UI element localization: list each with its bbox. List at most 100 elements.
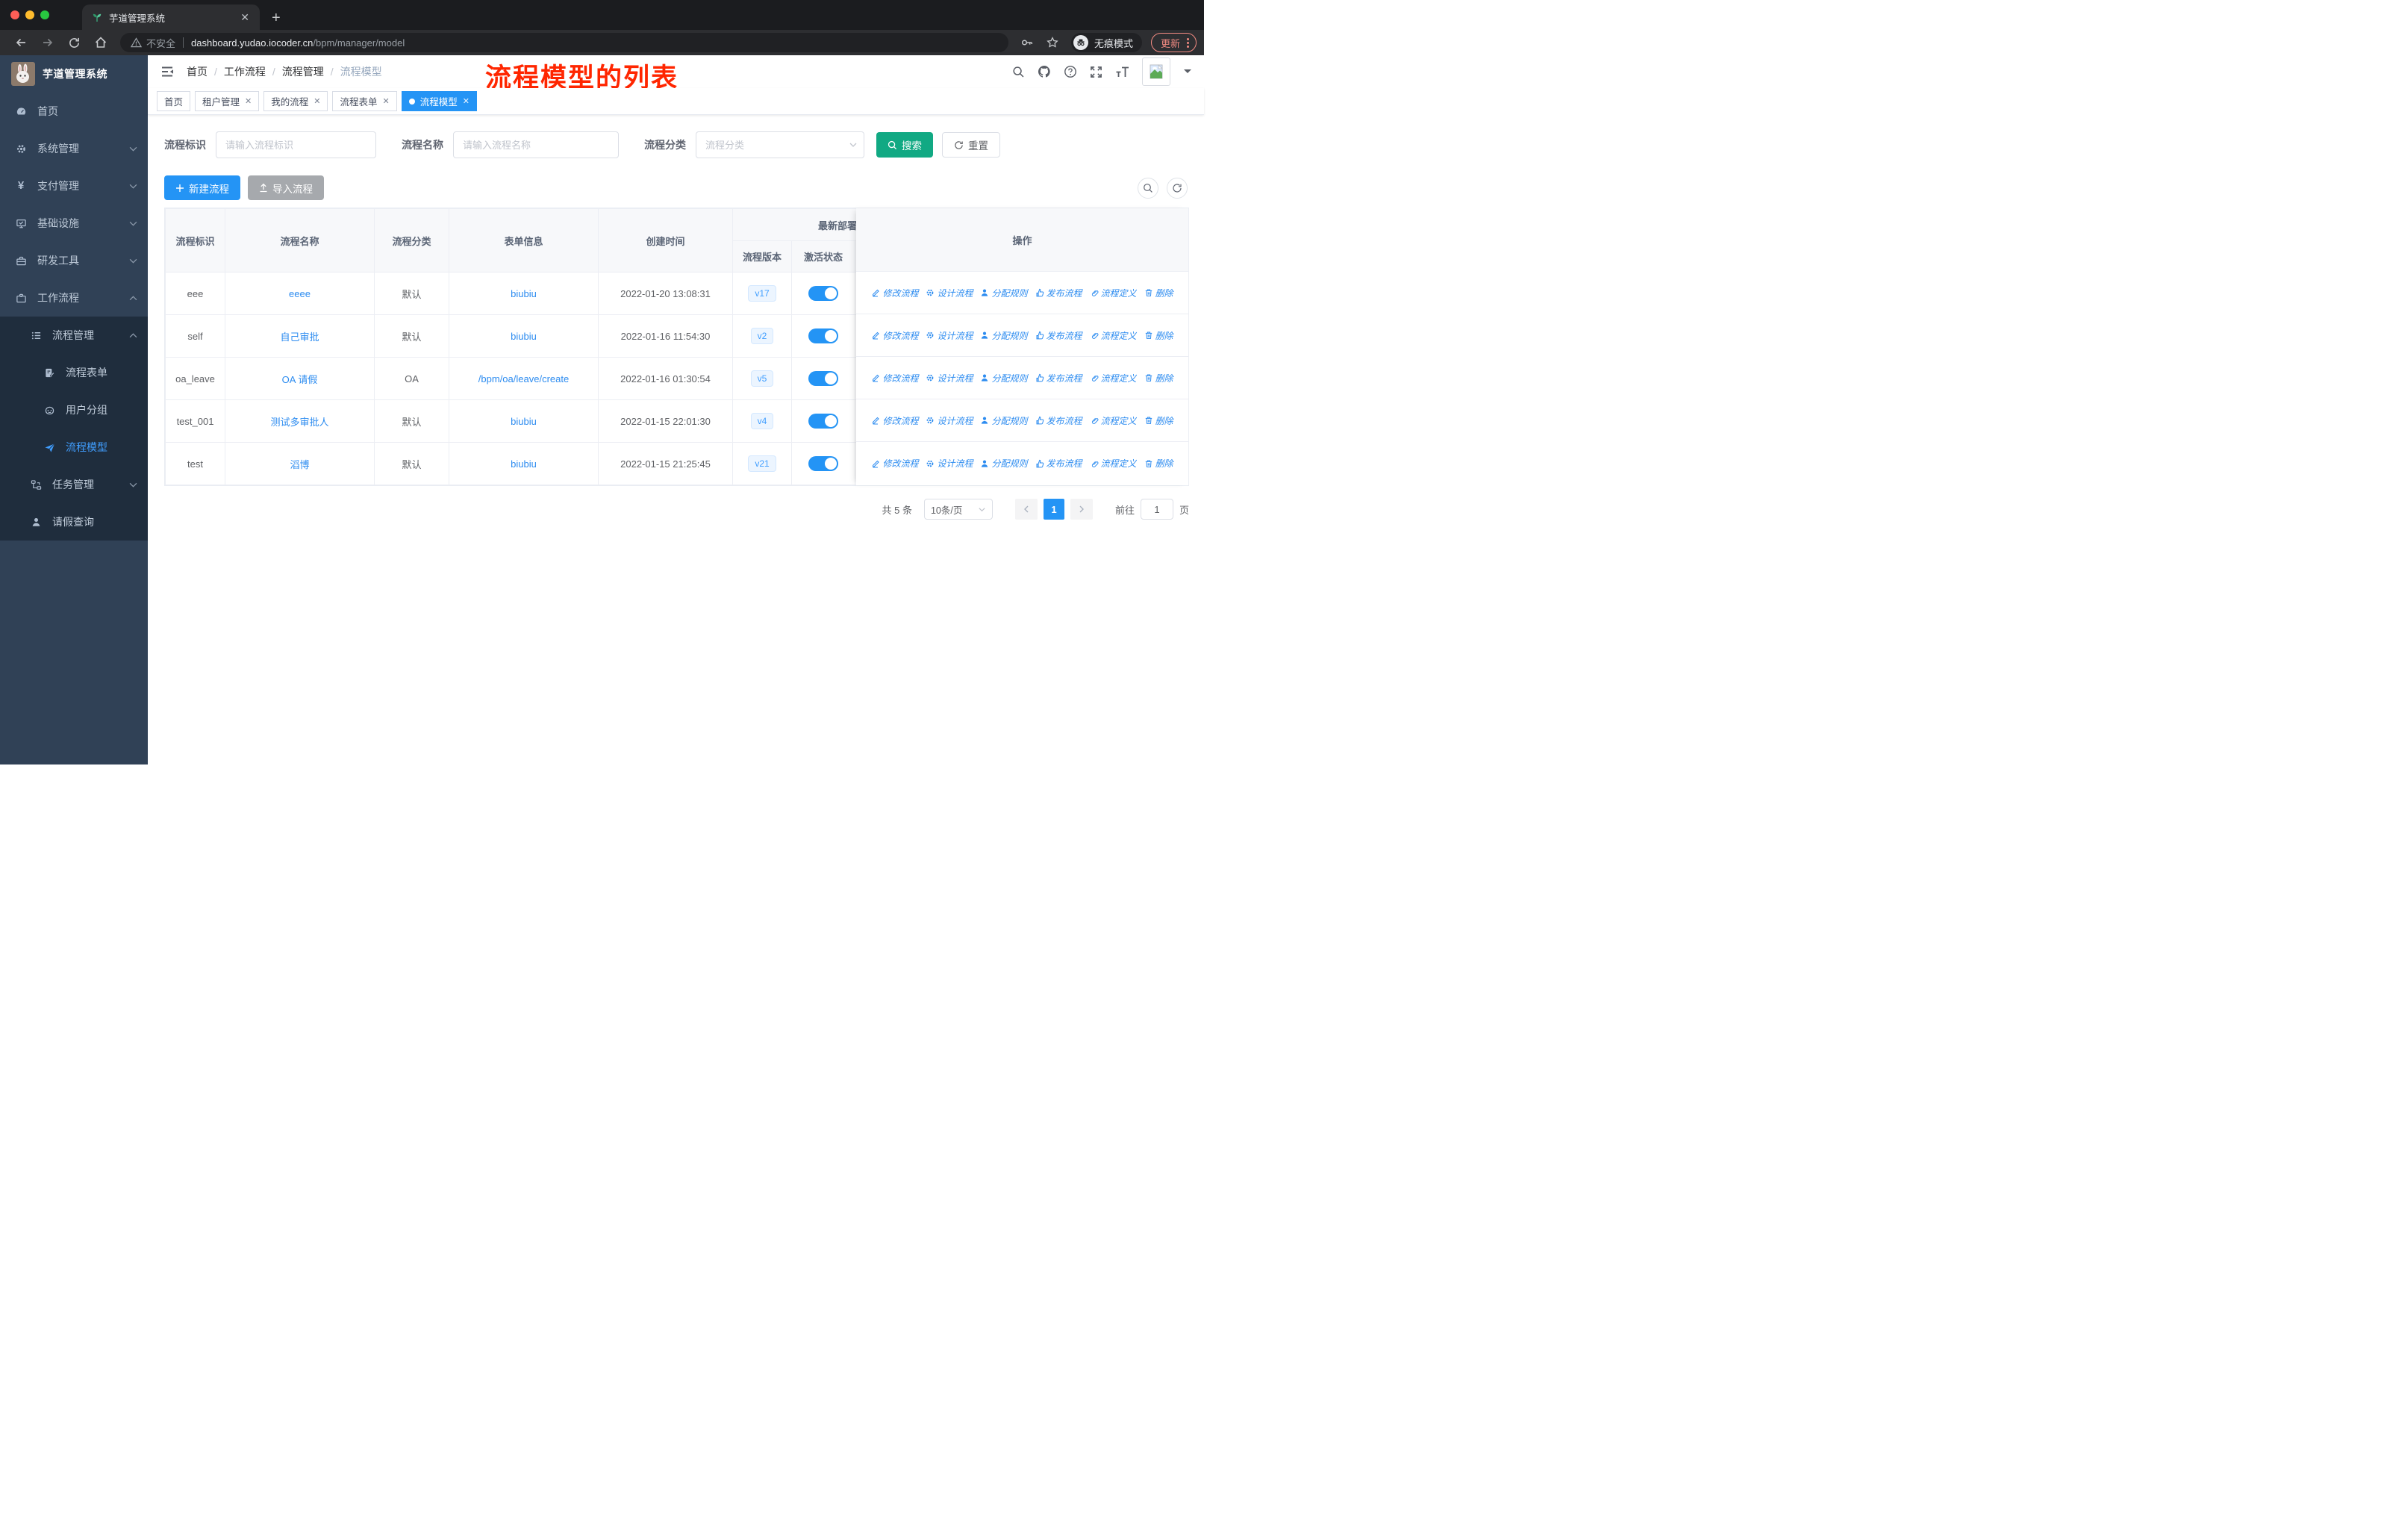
sidebar-item-devtools[interactable]: 研发工具 <box>0 242 148 279</box>
tag-process-model[interactable]: 流程模型 ✕ <box>401 91 477 111</box>
category-select-input[interactable] <box>696 131 864 158</box>
bookmark-star-icon[interactable] <box>1040 36 1065 49</box>
form-info-link[interactable]: biubiu <box>511 331 537 342</box>
action-edit-process[interactable]: 修改流程 <box>871 287 918 299</box>
sidebar-item-payment[interactable]: ¥ 支付管理 <box>0 167 148 205</box>
github-icon[interactable] <box>1038 65 1051 78</box>
action-process-definition[interactable]: 流程定义 <box>1090 372 1137 384</box>
window-zoom-button[interactable] <box>40 10 49 19</box>
active-toggle[interactable] <box>808 371 838 386</box>
fullscreen-icon[interactable] <box>1090 66 1102 78</box>
window-close-button[interactable] <box>10 10 19 19</box>
action-publish-process[interactable]: 发布流程 <box>1035 457 1082 470</box>
home-icon[interactable] <box>87 36 114 49</box>
sidebar-item-process-management[interactable]: 流程管理 <box>0 317 148 354</box>
window-minimize-button[interactable] <box>25 10 34 19</box>
active-toggle[interactable] <box>808 328 838 343</box>
sidebar-item-infrastructure[interactable]: 基础设施 <box>0 205 148 242</box>
sidebar-item-process-model[interactable]: 流程模型 <box>0 429 148 466</box>
sidebar-item-task-management[interactable]: 任务管理 <box>0 466 148 503</box>
reset-button[interactable]: 重置 <box>942 132 1000 158</box>
action-process-definition[interactable]: 流程定义 <box>1090 287 1137 299</box>
action-assign-rule[interactable]: 分配规则 <box>980 329 1028 342</box>
font-size-icon[interactable] <box>1115 66 1129 78</box>
tag-process-form[interactable]: 流程表单 ✕ <box>332 91 397 111</box>
action-publish-process[interactable]: 发布流程 <box>1035 372 1082 384</box>
form-info-link[interactable]: biubiu <box>511 458 537 470</box>
search-button[interactable]: 搜索 <box>876 132 933 158</box>
active-toggle[interactable] <box>808 456 838 471</box>
tag-close-icon[interactable]: ✕ <box>383 96 390 106</box>
form-info-link[interactable]: /bpm/oa/leave/create <box>478 373 569 384</box>
process-name-link[interactable]: 自己审批 <box>280 331 319 343</box>
tag-home[interactable]: 首页 <box>157 91 191 111</box>
action-delete[interactable]: 删除 <box>1144 457 1173 470</box>
process-name-input[interactable] <box>453 131 619 158</box>
user-avatar[interactable] <box>1142 57 1170 86</box>
breadcrumb-home[interactable]: 首页 <box>187 64 208 79</box>
action-delete[interactable]: 删除 <box>1144 329 1173 342</box>
import-process-button[interactable]: 导入流程 <box>248 175 324 200</box>
sidebar-item-system[interactable]: 系统管理 <box>0 130 148 167</box>
security-warning[interactable]: 不安全 <box>131 36 175 50</box>
tag-close-icon[interactable]: ✕ <box>245 96 252 106</box>
tag-my-process[interactable]: 我的流程 ✕ <box>263 91 328 111</box>
process-name-link[interactable]: eeee <box>289 288 311 299</box>
action-design-process[interactable]: 设计流程 <box>926 287 973 299</box>
search-icon[interactable] <box>1012 66 1025 78</box>
breadcrumb-workflow[interactable]: 工作流程 <box>224 64 266 79</box>
action-edit-process[interactable]: 修改流程 <box>871 372 918 384</box>
reload-icon[interactable] <box>61 37 87 49</box>
action-assign-rule[interactable]: 分配规则 <box>980 457 1028 470</box>
sidebar-item-user-group[interactable]: 用户分组 <box>0 391 148 429</box>
process-name-link[interactable]: 滔博 <box>290 459 309 470</box>
action-publish-process[interactable]: 发布流程 <box>1035 329 1082 342</box>
back-icon[interactable] <box>7 36 34 49</box>
action-design-process[interactable]: 设计流程 <box>926 372 973 384</box>
refresh-table-button[interactable] <box>1167 177 1188 199</box>
action-assign-rule[interactable]: 分配规则 <box>980 372 1028 384</box>
action-edit-process[interactable]: 修改流程 <box>871 329 918 342</box>
category-select[interactable] <box>696 131 864 158</box>
form-info-link[interactable]: biubiu <box>511 288 537 299</box>
process-name-link[interactable]: OA 请假 <box>282 374 318 385</box>
tag-tenant[interactable]: 租户管理 ✕ <box>195 91 260 111</box>
action-delete[interactable]: 删除 <box>1144 414 1173 427</box>
url-bar[interactable]: 不安全 dashboard.yudao.iocoder.cn/bpm/manag… <box>120 33 1008 52</box>
action-process-definition[interactable]: 流程定义 <box>1090 457 1137 470</box>
action-process-definition[interactable]: 流程定义 <box>1090 329 1137 342</box>
action-design-process[interactable]: 设计流程 <box>926 329 973 342</box>
breadcrumb-process-management[interactable]: 流程管理 <box>282 64 324 79</box>
next-page-button[interactable] <box>1070 499 1093 520</box>
browser-tab[interactable]: 芋道管理系统 ✕ <box>82 4 260 30</box>
action-publish-process[interactable]: 发布流程 <box>1035 287 1082 299</box>
new-tab-button[interactable]: + <box>272 10 281 25</box>
active-toggle[interactable] <box>808 286 838 301</box>
sidebar-collapse-icon[interactable] <box>160 64 175 79</box>
form-info-link[interactable]: biubiu <box>511 416 537 427</box>
action-assign-rule[interactable]: 分配规则 <box>980 287 1028 299</box>
action-delete[interactable]: 删除 <box>1144 372 1173 384</box>
action-design-process[interactable]: 设计流程 <box>926 414 973 427</box>
tab-close-icon[interactable]: ✕ <box>239 11 251 24</box>
forward-icon[interactable] <box>34 36 61 49</box>
action-delete[interactable]: 删除 <box>1144 287 1173 299</box>
browser-update-button[interactable]: 更新 <box>1150 33 1197 52</box>
page-size-select[interactable]: 10条/页 <box>923 499 993 520</box>
create-process-button[interactable]: 新建流程 <box>164 175 240 200</box>
prev-page-button[interactable] <box>1014 499 1038 520</box>
sidebar-item-process-form[interactable]: 流程表单 <box>0 354 148 391</box>
password-key-icon[interactable] <box>1014 36 1040 49</box>
action-edit-process[interactable]: 修改流程 <box>871 414 918 427</box>
show-search-button[interactable] <box>1138 177 1158 199</box>
tag-close-icon[interactable]: ✕ <box>463 96 470 106</box>
action-process-definition[interactable]: 流程定义 <box>1090 414 1137 427</box>
process-name-link[interactable]: 测试多审批人 <box>270 417 328 428</box>
caret-down-icon[interactable] <box>1183 69 1192 75</box>
action-edit-process[interactable]: 修改流程 <box>871 457 918 470</box>
sidebar-item-leave-query[interactable]: 请假查询 <box>0 503 148 541</box>
goto-page-input[interactable] <box>1140 499 1173 520</box>
action-design-process[interactable]: 设计流程 <box>926 457 973 470</box>
action-publish-process[interactable]: 发布流程 <box>1035 414 1082 427</box>
sidebar-item-workflow[interactable]: 工作流程 <box>0 279 148 317</box>
